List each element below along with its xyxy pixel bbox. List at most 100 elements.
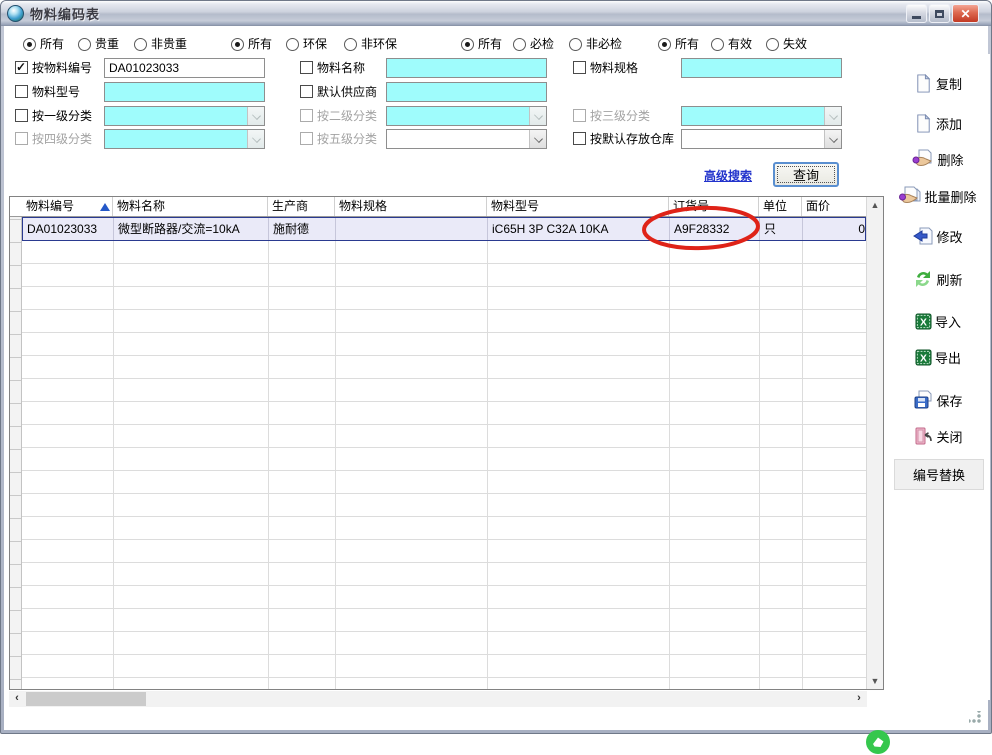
chevron-down-icon xyxy=(824,107,841,125)
column-header-material-name[interactable]: 物料名称 xyxy=(113,197,268,216)
radio-label: 环保 xyxy=(303,37,327,51)
radio-not-precious[interactable] xyxy=(134,38,147,51)
query-button[interactable]: 查询 xyxy=(773,162,839,187)
batch-delete-button[interactable]: 批量删除 xyxy=(890,184,986,208)
copy-button[interactable]: 复制 xyxy=(890,71,986,95)
radio-valid[interactable] xyxy=(711,38,724,51)
chevron-down-icon[interactable] xyxy=(247,107,264,125)
table-row[interactable]: DA01023033 微型断路器/交流=10kA 施耐德 iC65H 3P C3… xyxy=(22,217,866,241)
field-label: 按四级分类 xyxy=(32,131,92,147)
checkbox-default-supplier[interactable] xyxy=(300,85,313,98)
material-code-input[interactable] xyxy=(104,58,265,78)
cell-unit[interactable]: 只 xyxy=(760,218,803,240)
column-header-manufacturer[interactable]: 生产商 xyxy=(268,197,335,216)
horizontal-scrollbar[interactable]: ‹ › xyxy=(9,691,867,707)
cell-material-model[interactable]: iC65H 3P C32A 10KA xyxy=(488,218,670,240)
chevron-down-icon[interactable] xyxy=(529,130,546,148)
radio-valid-all[interactable] xyxy=(658,38,671,51)
window-title: 物料编码表 xyxy=(30,4,100,23)
checkbox-category-level5[interactable] xyxy=(300,132,313,145)
button-label: 刷新 xyxy=(936,270,962,289)
field-label: 按一级分类 xyxy=(32,108,92,124)
scroll-right-icon[interactable]: › xyxy=(851,691,867,707)
checkbox-category-level3[interactable] xyxy=(573,109,586,122)
cell-material-name[interactable]: 微型断路器/交流=10kA xyxy=(114,218,269,240)
radio-label: 所有 xyxy=(40,37,64,51)
field-label: 物料型号 xyxy=(32,84,80,100)
column-header-order-number[interactable]: 订货号 xyxy=(669,197,759,216)
maximize-button[interactable] xyxy=(929,4,950,23)
category-level4-select xyxy=(104,129,265,149)
field-label: 按三级分类 xyxy=(590,108,650,124)
radio-env-all[interactable] xyxy=(231,38,244,51)
default-warehouse-select[interactable] xyxy=(681,129,842,149)
radio-invalid[interactable] xyxy=(766,38,779,51)
horizontal-scroll-thumb[interactable] xyxy=(26,692,146,706)
cell-material-spec[interactable] xyxy=(336,218,488,240)
refresh-button[interactable]: 刷新 xyxy=(890,267,986,291)
radio-precious[interactable] xyxy=(78,38,91,51)
radio-inspect-all[interactable] xyxy=(461,38,474,51)
radio-not-env[interactable] xyxy=(344,38,357,51)
column-header-material-model[interactable]: 物料型号 xyxy=(487,197,669,216)
checkbox-material-code[interactable] xyxy=(15,61,28,74)
export-button[interactable]: X 导出 xyxy=(890,345,986,369)
import-button[interactable]: X 导入 xyxy=(890,309,986,333)
default-supplier-input[interactable] xyxy=(386,82,547,102)
radio-precious-all[interactable] xyxy=(23,38,36,51)
scroll-up-icon[interactable]: ▲ xyxy=(867,197,883,213)
cell-material-code[interactable]: DA01023033 xyxy=(23,218,114,240)
material-model-input[interactable] xyxy=(104,82,265,102)
modify-button[interactable]: 修改 xyxy=(890,224,986,248)
category-level5-select[interactable] xyxy=(386,129,547,149)
save-button[interactable]: 保存 xyxy=(890,388,986,412)
scroll-down-icon[interactable]: ▼ xyxy=(867,673,883,689)
checkbox-material-spec[interactable] xyxy=(573,61,586,74)
radio-must-inspect[interactable] xyxy=(513,38,526,51)
add-button[interactable]: 添加 xyxy=(890,111,986,135)
table-header: 物料编号 物料名称 生产商 物料规格 物料型号 订货号 单位 面价 xyxy=(10,197,866,217)
chevron-down-icon[interactable] xyxy=(824,130,841,148)
radio-label: 有效 xyxy=(728,37,752,51)
material-table: 物料编号 物料名称 生产商 物料规格 物料型号 订货号 单位 面价 DA0102… xyxy=(9,196,884,690)
radio-label: 贵重 xyxy=(95,37,119,51)
cell-order-number[interactable]: A9F28332 xyxy=(670,218,760,240)
button-label: 添加 xyxy=(936,114,962,133)
title-bar[interactable]: 物料编码表 ✕ xyxy=(1,1,991,26)
refresh-arrows-icon xyxy=(913,269,933,289)
field-label: 默认供应商 xyxy=(317,84,377,100)
advanced-search-link[interactable]: 高级搜索 xyxy=(704,167,752,184)
checkbox-category-level2[interactable] xyxy=(300,109,313,122)
cell-manufacturer[interactable]: 施耐德 xyxy=(269,218,336,240)
category-level1-select[interactable] xyxy=(104,106,265,126)
safety-status-icon xyxy=(865,729,891,755)
checkbox-material-model[interactable] xyxy=(15,85,28,98)
vertical-scrollbar[interactable]: ▲ ▼ xyxy=(866,197,883,689)
cell-list-price[interactable]: 0 xyxy=(803,218,869,240)
column-header-unit[interactable]: 单位 xyxy=(759,197,802,216)
button-label: 批量删除 xyxy=(924,187,976,206)
code-replace-button[interactable]: 编号替换 xyxy=(894,459,984,490)
radio-env[interactable] xyxy=(286,38,299,51)
checkbox-material-name[interactable] xyxy=(300,61,313,74)
radio-label: 非贵重 xyxy=(151,37,187,51)
material-name-input[interactable] xyxy=(386,58,547,78)
column-header-material-spec[interactable]: 物料规格 xyxy=(335,197,487,216)
minimize-button[interactable] xyxy=(906,4,927,23)
checkbox-category-level1[interactable] xyxy=(15,109,28,122)
radio-label: 所有 xyxy=(478,37,502,51)
excel-import-icon: X xyxy=(915,313,932,330)
material-spec-input[interactable] xyxy=(681,58,842,78)
checkbox-default-warehouse[interactable] xyxy=(573,132,586,145)
minimize-icon xyxy=(912,16,921,19)
close-window-button[interactable]: 关闭 xyxy=(890,424,986,448)
scroll-left-icon[interactable]: ‹ xyxy=(9,691,25,707)
radio-label: 非环保 xyxy=(361,37,397,51)
client-area: 所有 贵重 非贵重 所有 环保 非环保 所有 必检 非必检 所有 有效 失效 按… xyxy=(4,26,988,730)
column-header-list-price[interactable]: 面价 xyxy=(802,197,868,216)
checkbox-category-level4[interactable] xyxy=(15,132,28,145)
close-button[interactable]: ✕ xyxy=(952,4,979,23)
delete-button[interactable]: 删除 xyxy=(890,147,986,171)
resize-grip[interactable] xyxy=(969,711,981,723)
radio-not-inspect[interactable] xyxy=(569,38,582,51)
